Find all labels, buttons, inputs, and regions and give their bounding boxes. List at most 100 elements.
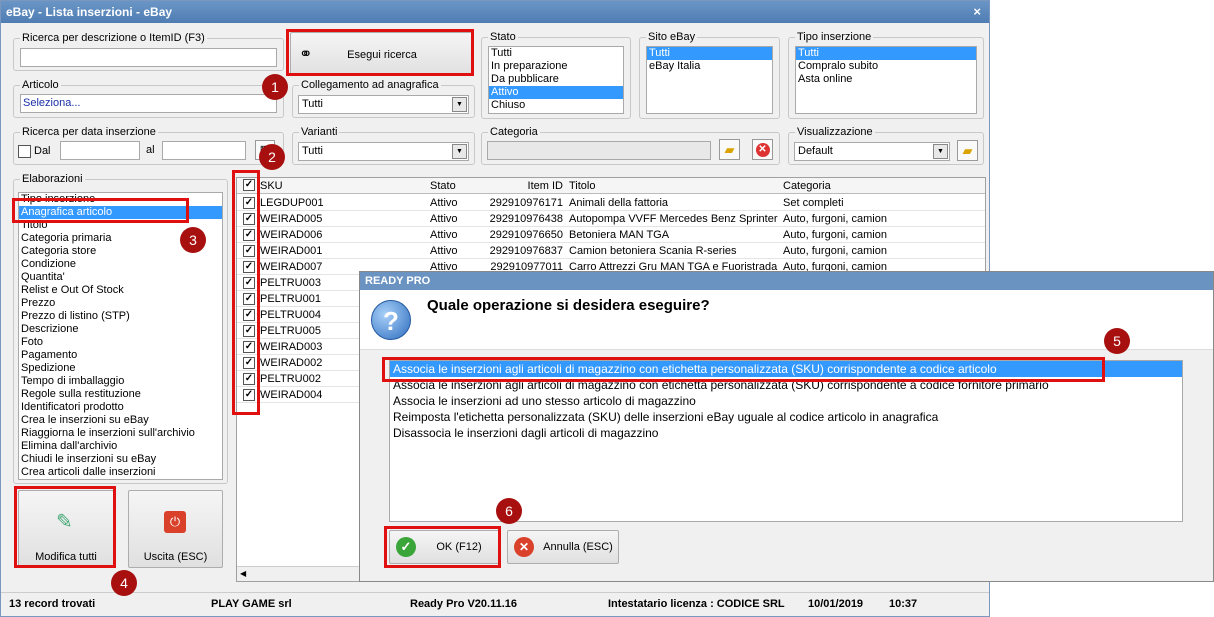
header-categoria[interactable]: Categoria xyxy=(783,180,933,192)
elaborazione-item[interactable]: Anagrafica articolo xyxy=(19,206,222,219)
check-icon: ✓ xyxy=(396,537,416,557)
elaborazione-item[interactable]: Spedizione xyxy=(19,362,222,375)
list-item[interactable]: Compralo subito xyxy=(796,60,976,73)
chevron-down-icon[interactable]: ▼ xyxy=(452,144,467,159)
folder-icon[interactable]: ▰ xyxy=(719,139,740,160)
operation-option[interactable]: Associa le inserzioni agli articoli di m… xyxy=(390,377,1182,393)
row-checkbox[interactable]: ✓ xyxy=(243,309,255,321)
esegui-ricerca-button[interactable]: ⚭ Esegui ricerca xyxy=(290,32,474,76)
operation-option[interactable]: Reimposta l'etichetta personalizzata (SK… xyxy=(390,409,1182,425)
row-checkbox[interactable]: ✓ xyxy=(243,325,255,337)
elaborazione-item[interactable]: Elimina dall'archivio xyxy=(19,440,222,453)
varianti-select[interactable]: Tutti ▼ xyxy=(298,142,469,161)
chevron-down-icon[interactable]: ▼ xyxy=(452,97,467,112)
elaborazione-item[interactable]: Relist e Out Of Stock xyxy=(19,284,222,297)
table-cell: WEIRAD003 xyxy=(260,341,323,353)
tipo-label: Tipo inserzione xyxy=(795,31,874,43)
elaborazione-item[interactable]: Prezzo di listino (STP) xyxy=(19,310,222,323)
elaborazione-item[interactable]: Tipo inserzione xyxy=(19,193,222,206)
row-checkbox[interactable]: ✓ xyxy=(243,245,255,257)
visualizzazione-value: Default xyxy=(798,145,833,157)
list-item[interactable]: Asta online xyxy=(796,73,976,86)
sito-listbox[interactable]: Tutti eBay Italia xyxy=(646,46,773,114)
row-checkbox[interactable]: ✓ xyxy=(243,293,255,305)
al-date-input[interactable] xyxy=(162,141,246,160)
dal-date-input[interactable] xyxy=(60,141,140,160)
status-time: 10:37 xyxy=(889,598,918,610)
elaborazione-item[interactable]: Regole sulla restituzione xyxy=(19,388,222,401)
scroll-left-icon[interactable]: ◀ xyxy=(240,569,246,578)
header-sku[interactable]: SKU xyxy=(260,180,345,192)
list-item[interactable]: Attivo xyxy=(489,86,623,99)
status-date: 10/01/2019 xyxy=(808,598,864,610)
elaborazione-item[interactable]: Descrizione xyxy=(19,323,222,336)
table-cell: WEIRAD002 xyxy=(260,357,323,369)
list-item[interactable]: Tutti xyxy=(796,47,976,60)
elaborazione-item[interactable]: Chiudi le inserzioni su eBay xyxy=(19,453,222,466)
table-row[interactable]: ✓ LEGDUP001 Attivo 292910976171 Animali dell… xyxy=(237,195,985,211)
table-cell: Betoniera MAN TGA xyxy=(569,229,670,241)
table-cell: PELTRU001 xyxy=(260,293,321,305)
operation-option[interactable]: Associa le inserzioni agli articoli di m… xyxy=(390,361,1182,377)
operation-option[interactable]: Disassocia le inserzioni dagli articoli … xyxy=(390,425,1182,441)
operation-option[interactable]: Associa le inserzioni ad uno stesso arti… xyxy=(390,393,1182,409)
row-checkbox[interactable]: ✓ xyxy=(243,213,255,225)
close-icon[interactable]: × xyxy=(973,1,981,23)
elaborazione-item[interactable]: Identificatori prodotto xyxy=(19,401,222,414)
window-titlebar: eBay - Lista inserzioni - eBay × xyxy=(1,1,989,23)
elaborazione-item[interactable]: Crea le inserzioni su eBay xyxy=(19,414,222,427)
table-cell: Autopompa VVFF Mercedes Benz Sprinter xyxy=(569,213,778,225)
tipo-listbox[interactable]: Tutti Compralo subito Asta online xyxy=(795,46,977,114)
articolo-group: Articolo Seleziona... xyxy=(13,79,284,118)
elaborazione-item[interactable]: Pagamento xyxy=(19,349,222,362)
table-row[interactable]: ✓ WEIRAD006 Attivo 292910976650 Betoniera MA… xyxy=(237,227,985,243)
row-checkbox[interactable]: ✓ xyxy=(243,261,255,273)
ok-button[interactable]: ✓ OK (F12) xyxy=(389,530,499,564)
row-checkbox[interactable]: ✓ xyxy=(243,357,255,369)
row-checkbox[interactable]: ✓ xyxy=(243,229,255,241)
annulla-button[interactable]: ✕ Annulla (ESC) xyxy=(507,530,619,564)
elaborazione-item[interactable]: Condizione xyxy=(19,258,222,271)
elaborazione-item[interactable]: Quantita' xyxy=(19,271,222,284)
chevron-down-icon[interactable]: ▼ xyxy=(933,144,948,159)
clear-icon[interactable]: ✕ xyxy=(752,139,773,160)
dal-checkbox[interactable] xyxy=(18,145,31,158)
modifica-tutti-button[interactable]: ✎ Modifica tutti xyxy=(18,490,114,568)
varianti-value: Tutti xyxy=(302,145,323,157)
status-records: 13 record trovati xyxy=(9,598,96,610)
row-checkbox[interactable]: ✓ xyxy=(243,277,255,289)
list-item[interactable]: eBay Italia xyxy=(647,60,772,73)
list-item[interactable]: Tutti xyxy=(647,47,772,60)
list-item[interactable]: Da pubblicare xyxy=(489,73,623,86)
table-cell: Camion betoniera Scania R-series xyxy=(569,245,737,257)
list-item[interactable]: In preparazione xyxy=(489,60,623,73)
elaborazione-item[interactable]: Tempo di imballaggio xyxy=(19,375,222,388)
header-stato[interactable]: Stato xyxy=(430,180,475,192)
elaborazione-item[interactable]: Prezzo xyxy=(19,297,222,310)
uscita-button[interactable]: ⏻ Uscita (ESC) xyxy=(128,490,223,568)
folder-icon[interactable]: ▰ xyxy=(957,140,978,161)
list-item[interactable]: Chiuso xyxy=(489,99,623,112)
header-titolo[interactable]: Titolo xyxy=(569,180,779,192)
header-itemid[interactable]: Item ID xyxy=(477,180,563,192)
table-row[interactable]: ✓ WEIRAD005 Attivo 292910976438 Autopompa VV… xyxy=(237,211,985,227)
elaborazione-item[interactable]: Crea articoli dalle inserzioni xyxy=(19,466,222,479)
visualizzazione-select[interactable]: Default ▼ xyxy=(794,142,950,161)
table-cell: Attivo xyxy=(430,229,458,241)
collegamento-label: Collegamento ad anagrafica xyxy=(299,79,441,91)
table-row[interactable]: ✓ WEIRAD001 Attivo 292910976837 Camion beton… xyxy=(237,243,985,259)
desc-search-input[interactable] xyxy=(20,48,277,67)
collegamento-select[interactable]: Tutti ▼ xyxy=(298,95,469,114)
status-bar: 13 record trovati PLAY GAME srl Ready Pr… xyxy=(1,592,989,616)
elaborazione-item[interactable]: Foto xyxy=(19,336,222,349)
categoria-input[interactable] xyxy=(487,141,711,160)
elaborazione-item[interactable]: Riaggiorna le inserzioni sull'archivio xyxy=(19,427,222,440)
row-checkbox[interactable]: ✓ xyxy=(243,341,255,353)
row-checkbox[interactable]: ✓ xyxy=(243,197,255,209)
select-all-checkbox[interactable]: ✓ xyxy=(243,179,255,191)
articolo-selector[interactable]: Seleziona... xyxy=(20,94,277,113)
list-item[interactable]: Tutti xyxy=(489,47,623,60)
row-checkbox[interactable]: ✓ xyxy=(243,373,255,385)
row-checkbox[interactable]: ✓ xyxy=(243,389,255,401)
stato-listbox[interactable]: Tutti In preparazione Da pubblicare Attivo C… xyxy=(488,46,624,114)
